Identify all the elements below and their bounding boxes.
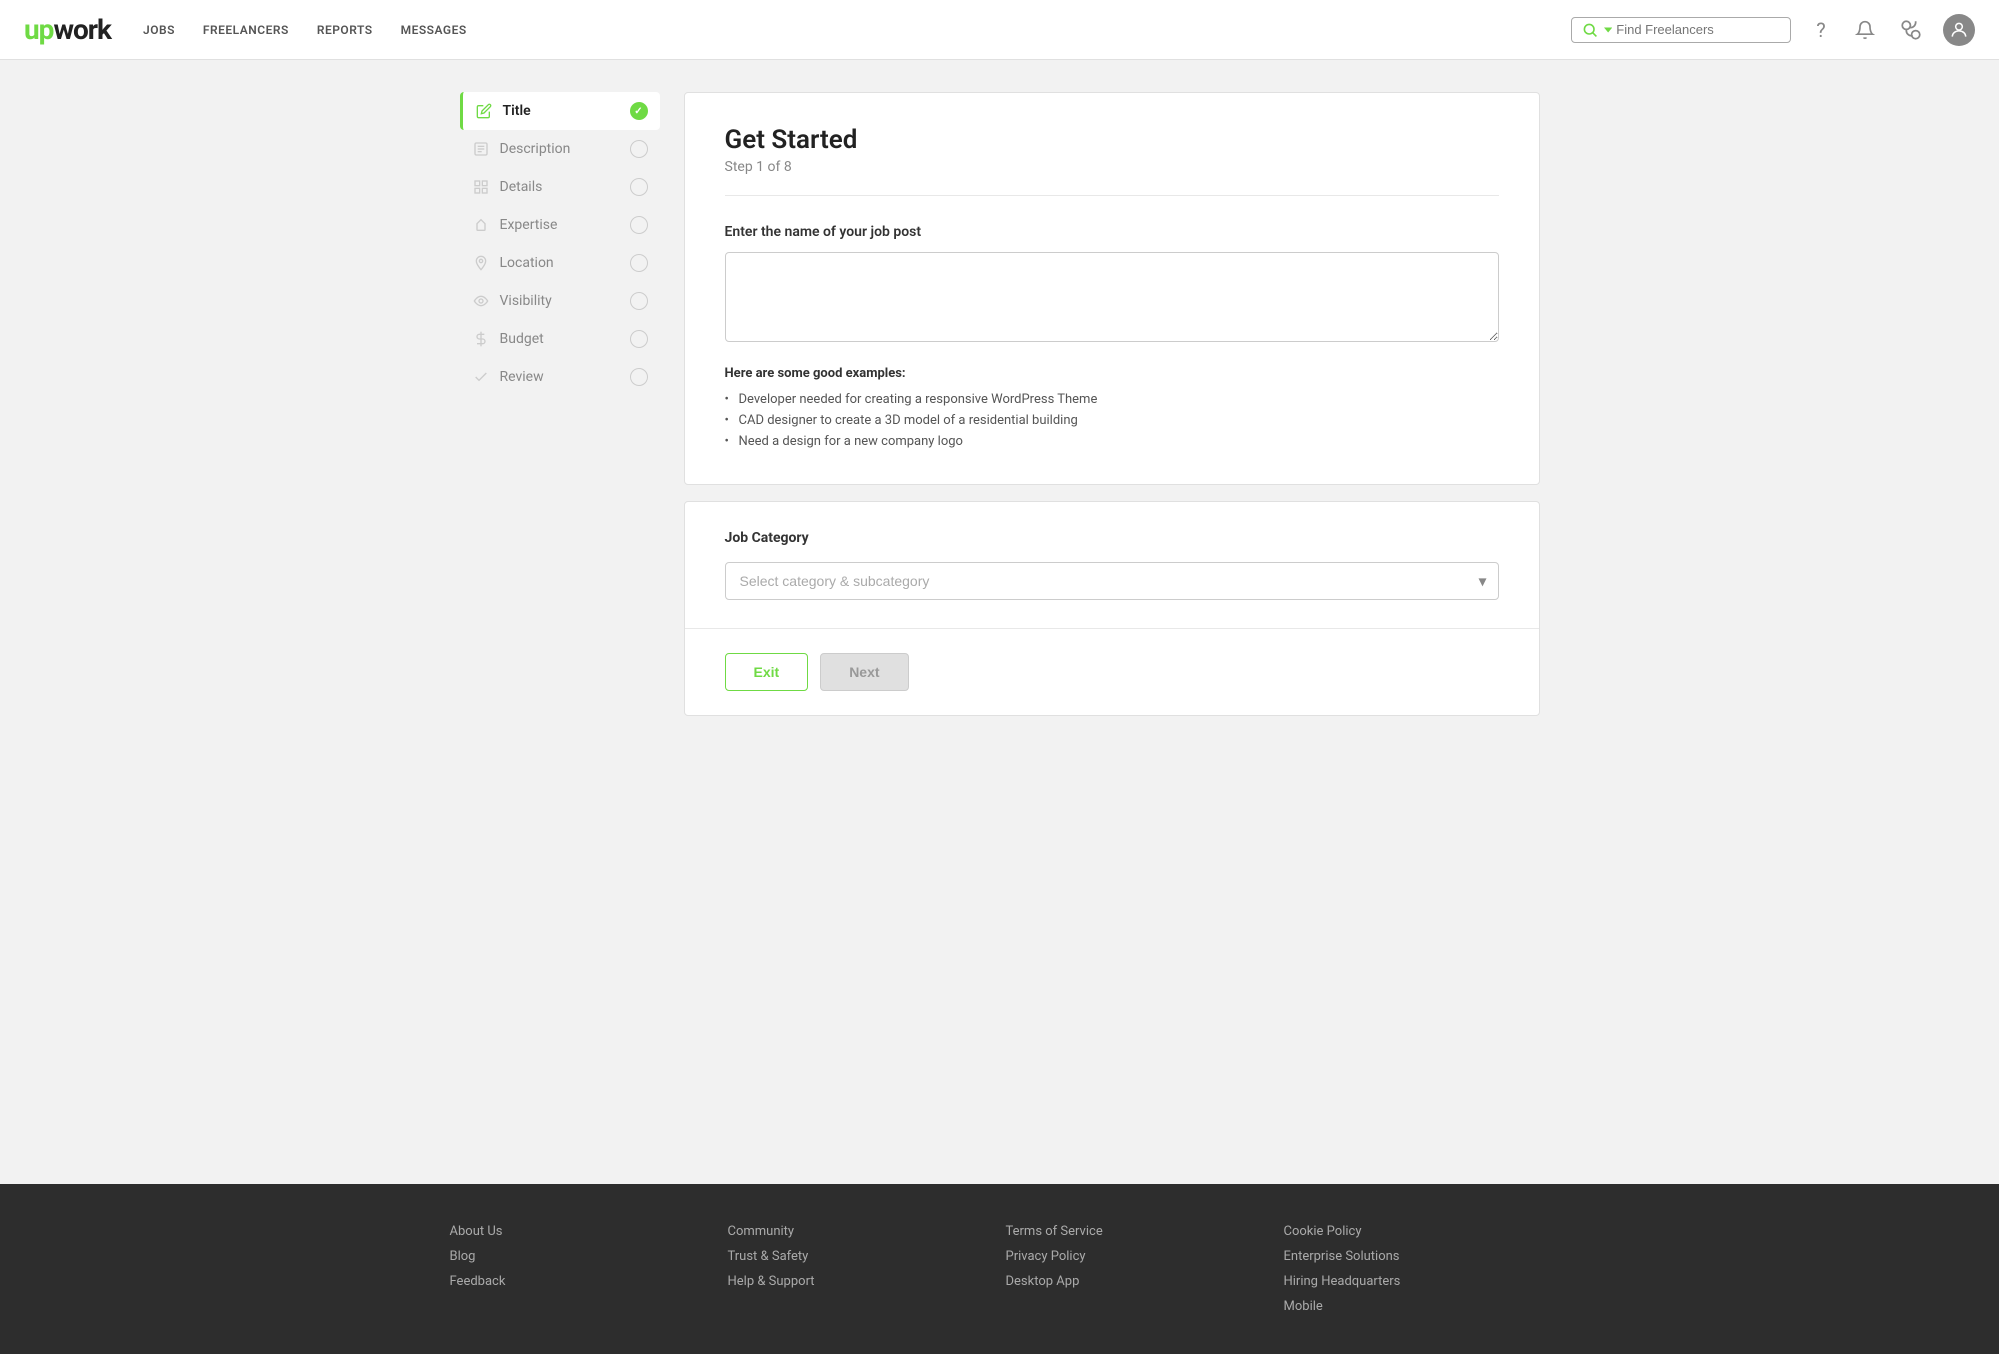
search-bar[interactable] xyxy=(1571,17,1791,43)
exit-button[interactable]: Exit xyxy=(725,653,809,691)
category-select[interactable]: Select category & subcategory xyxy=(725,562,1499,600)
review-icon xyxy=(472,368,490,386)
action-section: Exit Next xyxy=(685,629,1539,715)
nav-reports[interactable]: REPORTS xyxy=(317,23,373,37)
sidebar-item-title-label: Title xyxy=(503,103,531,119)
nav-messages[interactable]: MESSAGES xyxy=(401,23,467,37)
card-title: Get Started xyxy=(725,125,1499,155)
main-layout: Title ✓ Description Details xyxy=(400,60,1600,1184)
details-icon xyxy=(472,178,490,196)
card-header: Get Started Step 1 of 8 xyxy=(725,125,1499,196)
details-check xyxy=(630,178,648,196)
title-check: ✓ xyxy=(630,102,648,120)
next-button[interactable]: Next xyxy=(820,653,908,691)
search-input[interactable] xyxy=(1616,22,1780,37)
sidebar-item-visibility-label: Visibility xyxy=(500,293,552,309)
footer-trust-safety[interactable]: Trust & Safety xyxy=(728,1249,994,1264)
footer-feedback[interactable]: Feedback xyxy=(450,1274,716,1289)
location-check xyxy=(630,254,648,272)
pencil-icon xyxy=(475,102,493,120)
switch-account-icon[interactable] xyxy=(1895,14,1927,46)
expertise-check xyxy=(630,216,648,234)
logo-text: upwork xyxy=(24,13,111,46)
notifications-icon[interactable] xyxy=(1851,16,1879,44)
footer-terms[interactable]: Terms of Service xyxy=(1006,1224,1272,1239)
main-nav: JOBS FREELANCERS REPORTS MESSAGES xyxy=(143,23,467,37)
footer-about-us[interactable]: About Us xyxy=(450,1224,716,1239)
avatar[interactable] xyxy=(1943,14,1975,46)
footer-col-2: Community Trust & Safety Help & Support xyxy=(728,1224,994,1314)
help-icon[interactable]: ? xyxy=(1807,16,1835,44)
footer-blog[interactable]: Blog xyxy=(450,1249,716,1264)
examples-title: Here are some good examples: xyxy=(725,366,1499,381)
review-check xyxy=(630,368,648,386)
examples-list: Developer needed for creating a responsi… xyxy=(725,389,1499,452)
sidebar: Title ✓ Description Details xyxy=(460,92,660,1152)
footer-col-4: Cookie Policy Enterprise Solutions Hirin… xyxy=(1284,1224,1550,1314)
category-select-wrapper: Select category & subcategory xyxy=(725,562,1499,600)
sidebar-item-review[interactable]: Review xyxy=(460,358,660,396)
budget-icon xyxy=(472,330,490,348)
footer-community[interactable]: Community xyxy=(728,1224,994,1239)
expertise-icon xyxy=(472,216,490,234)
sidebar-item-details-label: Details xyxy=(500,179,543,195)
footer-grid: About Us Blog Feedback Community Trust &… xyxy=(450,1224,1550,1314)
nav-freelancers[interactable]: FREELANCERS xyxy=(203,23,289,37)
sidebar-item-location-label: Location xyxy=(500,255,554,271)
sidebar-item-budget[interactable]: Budget xyxy=(460,320,660,358)
sidebar-item-description-label: Description xyxy=(500,141,571,157)
search-icon xyxy=(1582,22,1598,38)
sidebar-item-review-label: Review xyxy=(500,369,544,385)
description-icon xyxy=(472,140,490,158)
sidebar-item-title[interactable]: Title ✓ xyxy=(460,92,660,130)
example-item-2: CAD designer to create a 3D model of a r… xyxy=(725,410,1499,431)
sidebar-item-expertise-label: Expertise xyxy=(500,217,558,233)
footer-help-support[interactable]: Help & Support xyxy=(728,1274,994,1289)
footer-hiring-hq[interactable]: Hiring Headquarters xyxy=(1284,1274,1550,1289)
visibility-check xyxy=(630,292,648,310)
get-started-card: Get Started Step 1 of 8 Enter the name o… xyxy=(684,92,1540,485)
visibility-icon xyxy=(472,292,490,310)
header: upwork JOBS FREELANCERS REPORTS MESSAGES… xyxy=(0,0,1999,60)
description-check xyxy=(630,140,648,158)
content-area: Get Started Step 1 of 8 Enter the name o… xyxy=(684,92,1540,1152)
job-name-input[interactable] xyxy=(725,252,1499,342)
header-right: ? xyxy=(1571,14,1975,46)
footer-cookie-policy[interactable]: Cookie Policy xyxy=(1284,1224,1550,1239)
footer-mobile[interactable]: Mobile xyxy=(1284,1299,1550,1314)
example-item-1: Developer needed for creating a responsi… xyxy=(725,389,1499,410)
footer-col-1: About Us Blog Feedback xyxy=(450,1224,716,1314)
search-dropdown-icon xyxy=(1604,25,1612,35)
location-icon xyxy=(472,254,490,272)
sidebar-item-visibility[interactable]: Visibility xyxy=(460,282,660,320)
logo[interactable]: upwork xyxy=(24,13,111,46)
footer-enterprise[interactable]: Enterprise Solutions xyxy=(1284,1249,1550,1264)
footer-privacy[interactable]: Privacy Policy xyxy=(1006,1249,1272,1264)
examples-section: Here are some good examples: Developer n… xyxy=(725,366,1499,452)
job-category-card: Job Category Select category & subcatego… xyxy=(684,501,1540,716)
sidebar-item-description[interactable]: Description xyxy=(460,130,660,168)
category-label: Job Category xyxy=(725,530,1499,546)
nav-jobs[interactable]: JOBS xyxy=(143,23,175,37)
footer: About Us Blog Feedback Community Trust &… xyxy=(0,1184,1999,1354)
sidebar-item-details[interactable]: Details xyxy=(460,168,660,206)
job-name-label: Enter the name of your job post xyxy=(725,224,1499,240)
card-subtitle: Step 1 of 8 xyxy=(725,159,1499,175)
example-item-3: Need a design for a new company logo xyxy=(725,431,1499,452)
footer-col-3: Terms of Service Privacy Policy Desktop … xyxy=(1006,1224,1272,1314)
sidebar-item-location[interactable]: Location xyxy=(460,244,660,282)
sidebar-item-budget-label: Budget xyxy=(500,331,544,347)
budget-check xyxy=(630,330,648,348)
job-category-inner: Job Category Select category & subcatego… xyxy=(685,502,1539,628)
footer-desktop-app[interactable]: Desktop App xyxy=(1006,1274,1272,1289)
sidebar-item-expertise[interactable]: Expertise xyxy=(460,206,660,244)
